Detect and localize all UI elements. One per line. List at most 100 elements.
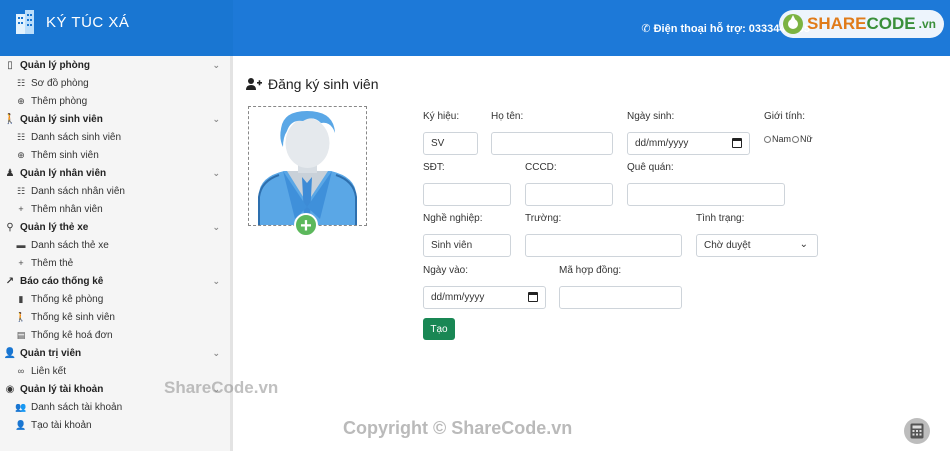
link-icon: ∞	[17, 366, 25, 376]
calendar-icon[interactable]	[528, 292, 538, 302]
sharecode-logo: SHARECODE .vn	[779, 10, 944, 38]
bicycle-icon: ⚲	[6, 221, 14, 233]
dob-input[interactable]: dd/mm/yyyy	[627, 132, 750, 155]
watermark-sharecode: ShareCode.vn	[164, 378, 279, 397]
list-icon: ☷	[16, 131, 26, 142]
invoice-icon: ▤	[16, 329, 26, 340]
sidebar-item-add-card[interactable]: + Thêm thẻ	[0, 254, 230, 272]
sidebar-item-student-stats[interactable]: 🚶 Thống kê sinh viên	[0, 308, 230, 326]
gender-label: Giới tính:	[764, 111, 806, 122]
walking-person-icon: 🚶	[3, 113, 17, 125]
user-circle-icon: ◉	[5, 383, 15, 395]
hometown-label: Quê quán:	[627, 162, 674, 173]
sidebar-group-header[interactable]: ↗ Báo cáo thống kê ⌄	[0, 272, 230, 290]
sidebar-item-room-map[interactable]: ☷ Sơ đồ phòng	[0, 74, 230, 92]
logo-tld: .vn	[918, 17, 936, 31]
chevron-down-icon: ⌄	[212, 276, 220, 286]
chevron-down-icon: ⌄	[212, 60, 220, 70]
plus-circle-icon: ⊕	[17, 149, 25, 160]
user-plus-icon	[246, 78, 262, 90]
phone-icon: ✆	[641, 23, 651, 35]
job-input[interactable]: Sinh viên	[423, 234, 511, 257]
sidebar-item-create-account[interactable]: 👤 Tạo tài khoản	[0, 416, 230, 434]
name-label: Họ tên:	[491, 111, 524, 122]
hometown-input[interactable]	[627, 183, 785, 206]
cccd-label: CCCD:	[525, 162, 557, 173]
group-title: Quản lý nhân viên	[20, 167, 107, 179]
sidebar-group-staff: ♟ Quản lý nhân viên ⌄ ☷ Danh sách nhân vi…	[0, 164, 230, 218]
phone-input[interactable]	[423, 183, 511, 206]
dob-label: Ngày sinh:	[627, 111, 675, 122]
sidebar-group-reports: ↗ Báo cáo thống kê ⌄ ▮ Thống kê phòng 🚶 Th…	[0, 272, 230, 344]
group-title: Báo cáo thống kê	[20, 275, 104, 287]
gender-radio-group: Nam Nữ	[764, 134, 813, 144]
top-navbar: ✆ Điện thoại hỗ trợ: 0333444555 SHARECOD…	[233, 0, 950, 56]
symbol-input[interactable]: SV	[423, 132, 478, 155]
watermark-copyright: Copyright © ShareCode.vn	[343, 418, 573, 438]
sidebar-group-admin: 👤 Quản trị viên ⌄ ∞ Liên kết	[0, 344, 230, 380]
sidebar-group-header[interactable]: ⚲ Quản lý thẻ xe ⌄	[0, 218, 230, 236]
person-icon: ♟	[5, 167, 15, 179]
walking-person-icon: 🚶	[15, 311, 27, 322]
sidebar-item-invoice-stats[interactable]: ▤ Thống kê hoá đơn	[0, 326, 230, 344]
brand[interactable]: KÝ TÚC XÁ	[12, 8, 129, 36]
sidebar-item-room-stats[interactable]: ▮ Thống kê phòng	[0, 290, 230, 308]
sidebar-group-header[interactable]: 👤 Quản trị viên ⌄	[0, 344, 230, 362]
add-photo-button[interactable]: +	[294, 213, 318, 237]
sidebar-item-staff-list[interactable]: ☷ Danh sách nhân viên	[0, 182, 230, 200]
school-input[interactable]	[525, 234, 682, 257]
card-icon: ▬	[16, 240, 26, 250]
sidebar-item-add-student[interactable]: ⊕ Thêm sinh viên	[0, 146, 230, 164]
sidebar-group-header[interactable]: ▯ Quản lý phòng ⌄	[0, 56, 230, 74]
symbol-label: Ký hiệu:	[423, 111, 460, 122]
contract-input[interactable]	[559, 286, 682, 309]
avatar-upload[interactable]	[248, 106, 367, 226]
sidebar-group-rooms: ▯ Quản lý phòng ⌄ ☷ Sơ đồ phòng ⊕ Thêm phò…	[0, 56, 230, 110]
group-title: Quản lý phòng	[20, 59, 90, 71]
phone-label: SĐT:	[423, 162, 445, 173]
main-content: Đăng ký sinh viên + Ký hiệu: SV Họ tên: …	[236, 56, 950, 451]
sidebar-item-student-list[interactable]: ☷ Danh sách sinh viên	[0, 128, 230, 146]
user-list-icon: 👥	[15, 401, 27, 412]
sidebar-group-header[interactable]: ♟ Quản lý nhân viên ⌄	[0, 164, 230, 182]
gender-female-radio[interactable]	[792, 135, 800, 143]
sidebar-item-account-list[interactable]: 👥 Danh sách tài khoản	[0, 398, 230, 416]
create-button[interactable]: Tạo	[423, 318, 455, 340]
plus-circle-icon: ⊕	[17, 95, 25, 106]
calendar-icon[interactable]	[732, 138, 742, 148]
sidebar-item-add-staff[interactable]: + Thêm nhân viên	[0, 200, 230, 218]
cccd-input[interactable]	[525, 183, 613, 206]
contract-label: Mã hợp đồng:	[559, 265, 622, 276]
gender-male-label: Nam	[772, 134, 792, 144]
sidebar-item-add-room[interactable]: ⊕ Thêm phòng	[0, 92, 230, 110]
list-icon: ☷	[16, 77, 26, 88]
chevron-down-icon: ⌄	[212, 222, 220, 232]
page-title: Đăng ký sinh viên	[246, 76, 379, 92]
gender-male-radio[interactable]	[764, 135, 771, 143]
plus-icon: +	[18, 204, 24, 214]
chevron-down-icon: ⌄	[799, 239, 808, 250]
chevron-down-icon: ⌄	[212, 114, 220, 124]
brand-bar: KÝ TÚC XÁ	[0, 0, 233, 56]
start-date-input[interactable]: dd/mm/yyyy	[423, 286, 546, 309]
logo-mark-icon	[783, 14, 804, 34]
form-title: Đăng ký sinh viên	[268, 76, 379, 92]
school-label: Trường:	[525, 213, 562, 224]
name-input[interactable]	[491, 132, 613, 155]
door-icon: ▮	[18, 293, 24, 304]
list-icon: ☷	[16, 185, 26, 196]
chart-line-icon: ↗	[5, 275, 15, 287]
calculator-icon[interactable]	[904, 418, 930, 444]
user-gear-icon: 👤	[3, 347, 17, 359]
group-title: Quản lý thẻ xe	[20, 221, 89, 233]
sidebar-item-card-list[interactable]: ▬ Danh sách thẻ xe	[0, 236, 230, 254]
status-label: Tình trạng:	[696, 213, 745, 224]
group-title: Quản lý tài khoản	[20, 383, 104, 395]
sidebar-group-header[interactable]: 🚶 Quản lý sinh viên ⌄	[0, 110, 230, 128]
status-select[interactable]: Chờ duyệt ⌄	[696, 234, 818, 257]
plus-icon: +	[18, 258, 24, 268]
building-icon	[16, 10, 34, 34]
sidebar-group-parking: ⚲ Quản lý thẻ xe ⌄ ▬ Danh sách thẻ xe + Th…	[0, 218, 230, 272]
app-title: KÝ TÚC XÁ	[46, 13, 130, 31]
logo-text: SHARECODE	[807, 14, 916, 33]
